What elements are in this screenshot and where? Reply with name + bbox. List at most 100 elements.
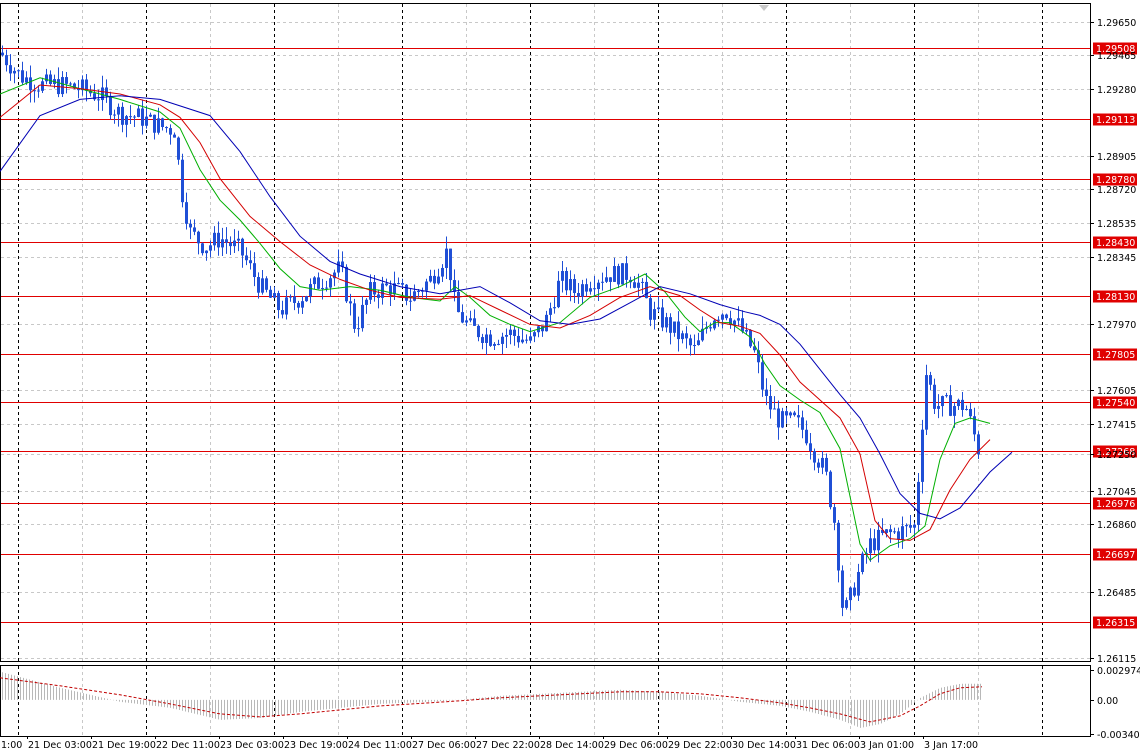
candle-body (257, 277, 260, 293)
candle-body (621, 263, 624, 285)
oscillator-tick-label: 0.00 (1097, 696, 1118, 707)
time-tick-label: 21 Dec 03:00 (28, 740, 92, 751)
candle-body (689, 338, 692, 346)
candle-body (225, 239, 228, 243)
candle-body (861, 553, 864, 572)
candle-body (113, 114, 116, 116)
candle-body (665, 317, 668, 328)
candle-body (637, 282, 640, 288)
candle-body (521, 339, 524, 343)
candle-body (297, 302, 300, 308)
oscillator-tick-label: -0.003405 (1097, 730, 1140, 741)
candle-body (449, 248, 452, 281)
price-plot-frame (0, 3, 1091, 662)
level-label: 1.26976 (1093, 497, 1137, 510)
candle-body (737, 318, 740, 321)
level-label-text: 1.26976 (1096, 499, 1135, 510)
candle-body (853, 587, 856, 596)
candle-body (669, 317, 672, 333)
candle-body (845, 600, 848, 608)
candle-body (213, 232, 216, 246)
oscillator-tick-label: 0.002974 (1097, 666, 1140, 677)
candle-body (241, 238, 244, 256)
candle-body (597, 282, 600, 290)
candle-body (117, 106, 120, 115)
candle-body (509, 329, 512, 335)
candle-body (561, 271, 564, 281)
candle-body (477, 325, 480, 338)
candle-body (365, 299, 368, 305)
candle-body (501, 336, 504, 344)
candle-body (425, 281, 428, 291)
candle-body (277, 293, 280, 311)
candle-body (61, 77, 64, 95)
candle-body (197, 231, 200, 244)
time-tick-label: 29 Dec 06:00 (604, 740, 668, 751)
candle-body (957, 399, 960, 407)
candle-body (889, 529, 892, 533)
price-tick-label: 1.28345 (1097, 253, 1136, 264)
candle-body (129, 116, 132, 118)
price-tick-label: 1.27970 (1097, 320, 1136, 331)
candle-body (233, 240, 236, 247)
candle-body (773, 408, 776, 410)
candle-body (457, 291, 460, 313)
candle-body (573, 279, 576, 294)
candle-body (921, 429, 924, 482)
candle-body (653, 309, 656, 320)
candle-body (517, 335, 520, 343)
candle-body (949, 395, 952, 416)
candle-body (533, 332, 536, 337)
candle-body (685, 333, 688, 339)
candle-body (429, 275, 432, 282)
candle-body (49, 74, 52, 84)
candle-body (181, 159, 184, 203)
level-label-text: 1.27540 (1096, 398, 1135, 409)
candle-body (409, 300, 412, 302)
candle-body (745, 329, 748, 332)
candle-body (933, 384, 936, 409)
time-tick-label: 28 Dec 14:00 (540, 740, 604, 751)
candle-body (473, 318, 476, 326)
candle-body (693, 345, 696, 347)
candle-body (813, 451, 816, 463)
oscillator-axis-labels: 0.002974 0.00 -0.003405 (1090, 666, 1140, 741)
level-label: 1.29113 (1093, 113, 1137, 126)
candle-body (841, 570, 844, 608)
candle-body (325, 287, 328, 289)
candle-body (493, 343, 496, 346)
candle-body (265, 278, 268, 290)
candle-body (941, 396, 944, 407)
candle-body (697, 340, 700, 346)
candle-body (145, 116, 148, 126)
candle-body (489, 334, 492, 346)
candle-body (505, 334, 508, 337)
candle-body (385, 283, 388, 286)
candle-body (797, 415, 800, 418)
candle-body (445, 248, 448, 268)
candle-body (625, 263, 628, 280)
candle-body (545, 314, 548, 332)
candle-body (249, 260, 252, 264)
candle-body (285, 297, 288, 315)
candle-body (261, 278, 264, 293)
candle-body (137, 108, 140, 117)
price-tick-label: 1.27605 (1097, 386, 1136, 397)
level-label: 1.26315 (1093, 616, 1137, 629)
candle-body (433, 275, 436, 284)
candle-body (721, 314, 724, 320)
level-label: 1.27805 (1093, 348, 1137, 361)
candle-body (553, 307, 556, 309)
candle-body (361, 304, 364, 329)
candle-body (165, 127, 168, 129)
candle-body (801, 417, 804, 430)
time-tick-label: 24 Dec 11:00 (348, 740, 412, 751)
price-tick-label: 1.29650 (1097, 18, 1136, 29)
time-tick-label: 23 Dec 03:00 (220, 740, 284, 751)
candle-body (961, 399, 964, 410)
time-tick-label: 3 Jan 01:00 (860, 740, 914, 751)
candle-body (149, 114, 152, 117)
candle-body (789, 412, 792, 416)
candle-body (965, 408, 968, 410)
forex-chart: 1.295081.291131.287801.284301.281301.278… (0, 3, 1140, 751)
